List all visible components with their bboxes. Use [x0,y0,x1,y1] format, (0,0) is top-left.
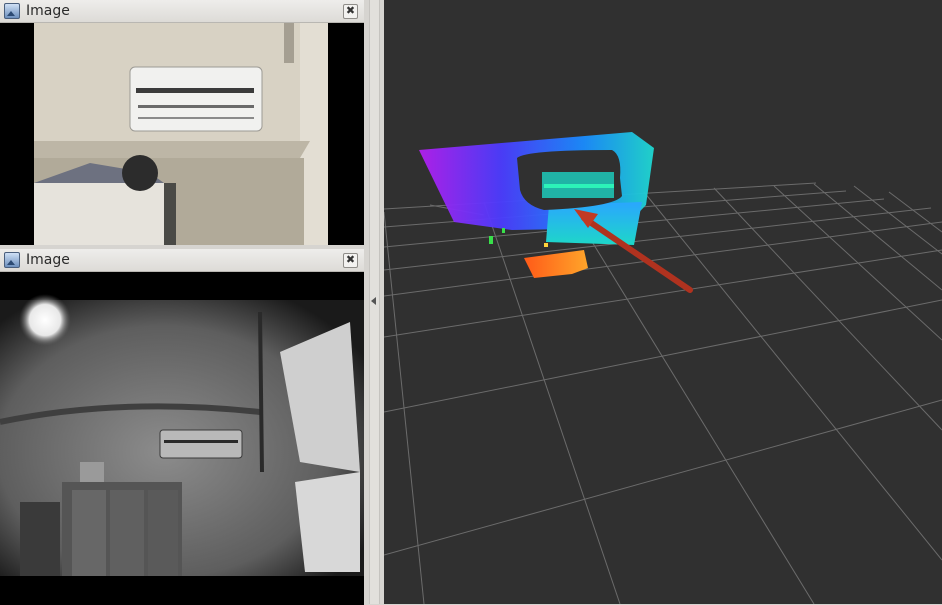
panel-header[interactable]: Image ✖ [0,0,364,23]
image-icon [4,3,20,19]
dock-splitter[interactable] [364,0,384,604]
image-panel-top: Image ✖ [0,0,364,245]
image-panel-bottom: Image ✖ [0,249,364,605]
image-icon [4,252,20,268]
panel-header[interactable]: Image ✖ [0,249,364,272]
panel-title: Image [26,3,70,19]
panel-title: Image [26,252,70,268]
close-icon[interactable]: ✖ [343,4,358,19]
close-icon[interactable]: ✖ [343,253,358,268]
fisheye-camera-view [0,272,364,605]
color-camera-view [0,23,364,245]
left-dock: Image ✖ Image ✖ [0,0,364,605]
3d-viewer[interactable] [384,0,942,604]
chevron-left-icon[interactable] [371,297,376,305]
